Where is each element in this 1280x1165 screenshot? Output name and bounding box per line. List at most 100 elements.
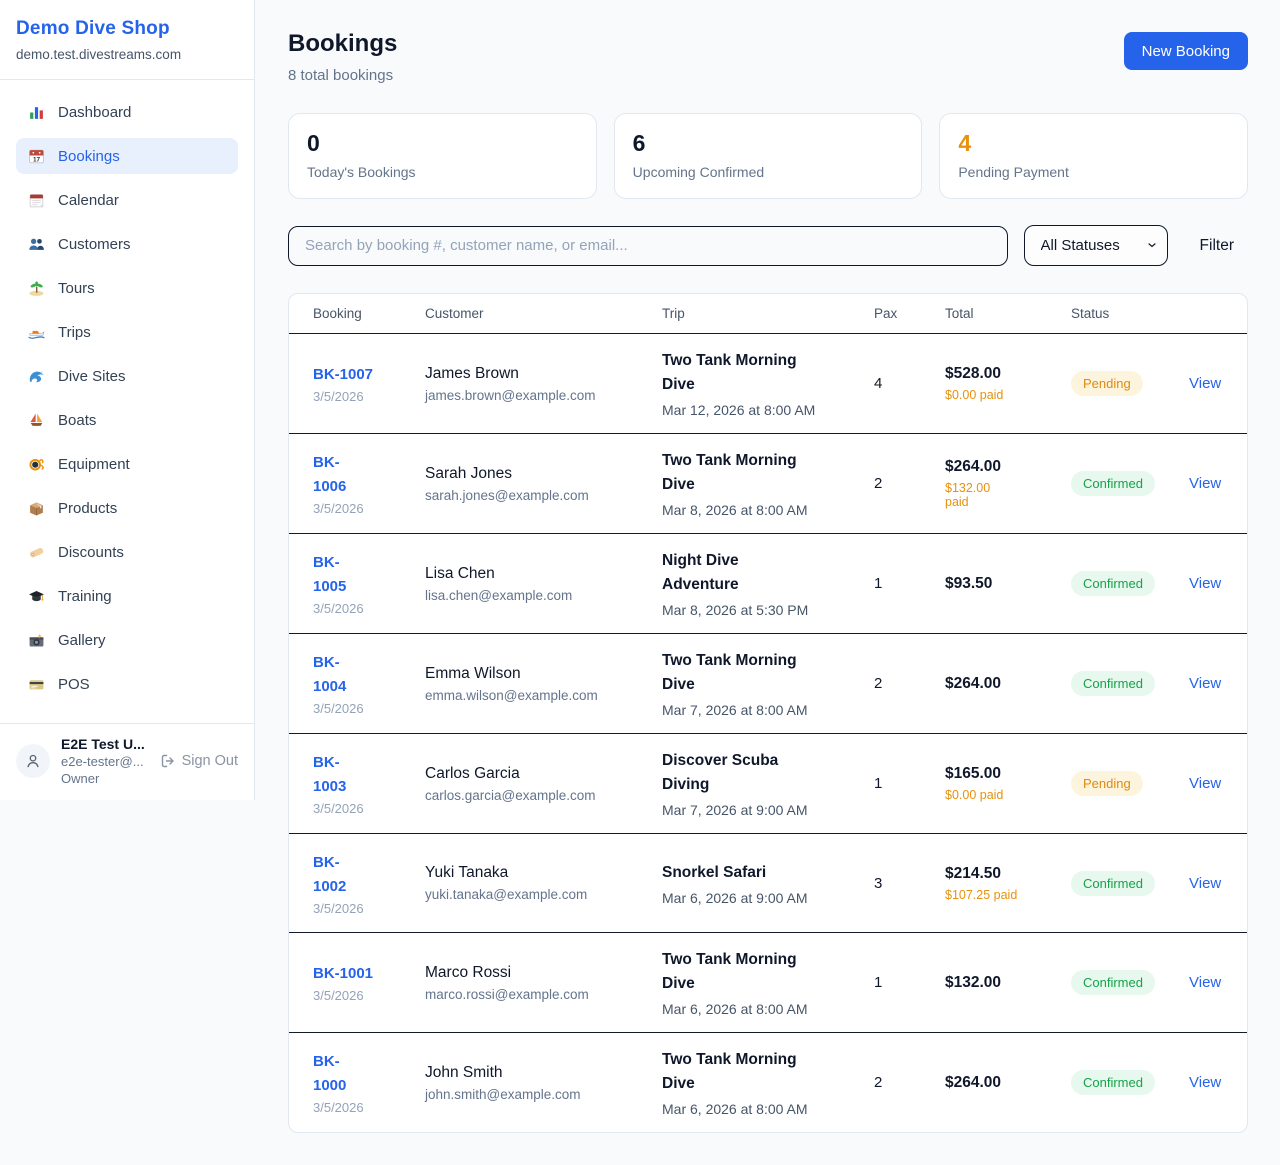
booking-cell: BK-1005 3/5/2026 [313,551,425,616]
trip-date: Mar 7, 2026 at 9:00 AM [662,802,874,818]
customer-name: Marco Rossi [425,964,662,982]
new-booking-button[interactable]: New Booking [1124,32,1248,70]
page-title: Bookings [288,30,397,58]
booking-date: 3/5/2026 [313,701,425,716]
booking-cell: BK-1003 3/5/2026 [313,751,425,816]
sidebar-item-label: Training [58,588,112,605]
booking-cell: BK-1002 3/5/2026 [313,851,425,916]
customer-cell: James Brown james.brown@example.com [425,365,662,403]
view-link[interactable]: View [1189,875,1223,892]
table-row: BK-1000 3/5/2026 John Smith john.smith@e… [289,1033,1247,1132]
speedboat-icon [28,324,45,341]
user-email: e2e-tester@... [61,754,145,769]
stat-label: Today's Bookings [307,164,578,180]
booking-id-link[interactable]: BK-1006 [313,451,359,499]
booking-id-link[interactable]: BK-1000 [313,1050,359,1098]
pax-value: 1 [874,775,945,792]
sidebar-item-label: Equipment [58,456,130,473]
graduation-cap-icon [28,588,45,605]
customer-email: marco.rossi@example.com [425,987,662,1002]
total-amount: $132.00 [945,974,1071,992]
table-row: BK-1004 3/5/2026 Emma Wilson emma.wilson… [289,634,1247,734]
status-filter-select[interactable]: All Statuses [1024,225,1168,266]
stat-value: 6 [633,130,904,157]
sidebar-item-label: Gallery [58,632,106,649]
booking-id-link[interactable]: BK-1005 [313,551,359,599]
sidebar-item-training[interactable]: Training [16,578,238,614]
total-cell: $264.00 [945,675,1071,693]
pax-value: 3 [874,875,945,892]
page-header: Bookings 8 total bookings New Booking [288,30,1248,84]
view-link[interactable]: View [1189,475,1223,492]
booking-id-link[interactable]: BK-1003 [313,751,359,799]
sign-out-button[interactable]: Sign Out [160,753,238,769]
view-link[interactable]: View [1189,575,1223,592]
sidebar-item-bookings[interactable]: 17 Bookings [16,138,238,174]
customer-cell: John Smith john.smith@example.com [425,1064,662,1102]
trip-name: Two Tank Morning Dive [662,948,812,996]
customer-email: emma.wilson@example.com [425,688,662,703]
sidebar-item-gallery[interactable]: Gallery [16,622,238,658]
customer-name: Lisa Chen [425,565,662,583]
status-badge: Confirmed [1071,671,1155,696]
trip-cell: Two Tank Morning Dive Mar 6, 2026 at 8:0… [662,948,874,1017]
paid-amount: $0.00 paid [945,388,1071,402]
booking-id-link[interactable]: BK-1001 [313,962,425,986]
trip-name: Snorkel Safari [662,861,812,885]
sidebar-item-customers[interactable]: Customers [16,226,238,262]
total-cell: $214.50 $107.25 paid [945,865,1071,902]
sidebar-item-pos[interactable]: POS [16,666,238,702]
total-amount: $165.00 [945,765,1071,783]
sidebar-item-equipment[interactable]: Equipment [16,446,238,482]
sidebar-item-discounts[interactable]: Discounts [16,534,238,570]
customer-email: lisa.chen@example.com [425,588,662,603]
customer-email: yuki.tanaka@example.com [425,887,662,902]
customer-cell: Marco Rossi marco.rossi@example.com [425,964,662,1002]
booking-date: 3/5/2026 [313,801,425,816]
total-cell: $132.00 [945,974,1071,992]
booking-id-link[interactable]: BK-1004 [313,651,359,699]
sidebar-item-boats[interactable]: Boats [16,402,238,438]
view-link[interactable]: View [1189,1074,1223,1091]
sidebar-item-label: Customers [58,236,131,253]
status-badge: Confirmed [1071,871,1155,896]
sidebar-item-dashboard[interactable]: Dashboard [16,94,238,130]
customer-email: sarah.jones@example.com [425,488,662,503]
status-badge: Pending [1071,371,1143,396]
trip-name: Two Tank Morning Dive [662,649,812,697]
bar-chart-icon [28,104,45,121]
camera-icon [28,632,45,649]
booking-id-link[interactable]: BK-1007 [313,363,425,387]
customer-name: Sarah Jones [425,465,662,483]
filter-button[interactable]: Filter [1200,237,1234,255]
view-link[interactable]: View [1189,375,1223,392]
customer-name: John Smith [425,1064,662,1082]
booking-cell: BK-1006 3/5/2026 [313,451,425,516]
customer-email: john.smith@example.com [425,1087,662,1102]
booking-cell: BK-1007 3/5/2026 [313,363,425,404]
total-amount: $93.50 [945,575,1071,593]
trip-date: Mar 6, 2026 at 9:00 AM [662,890,874,906]
sidebar-item-products[interactable]: Products [16,490,238,526]
search-input[interactable] [288,226,1008,266]
sidebar-item-dive-sites[interactable]: Dive Sites [16,358,238,394]
column-header-pax: Pax [874,306,945,321]
booking-id-link[interactable]: BK-1002 [313,851,359,899]
page-subtitle: 8 total bookings [288,67,397,84]
user-name: E2E Test U... [61,736,145,752]
view-link[interactable]: View [1189,675,1223,692]
pax-value: 1 [874,974,945,991]
trip-date: Mar 12, 2026 at 8:00 AM [662,402,874,418]
pax-value: 2 [874,475,945,492]
trip-name: Two Tank Morning Dive [662,349,812,397]
booking-date: 3/5/2026 [313,501,425,516]
status-select-wrap: All Statuses [1024,225,1168,266]
view-link[interactable]: View [1189,775,1223,792]
trip-cell: Discover Scuba Diving Mar 7, 2026 at 9:0… [662,749,874,818]
total-cell: $264.00 $132.00 paid [945,458,1071,509]
calendar-date-icon: 17 [28,148,45,165]
sidebar-item-trips[interactable]: Trips [16,314,238,350]
sidebar-item-tours[interactable]: Tours [16,270,238,306]
sidebar-item-calendar[interactable]: Calendar [16,182,238,218]
view-link[interactable]: View [1189,974,1223,991]
